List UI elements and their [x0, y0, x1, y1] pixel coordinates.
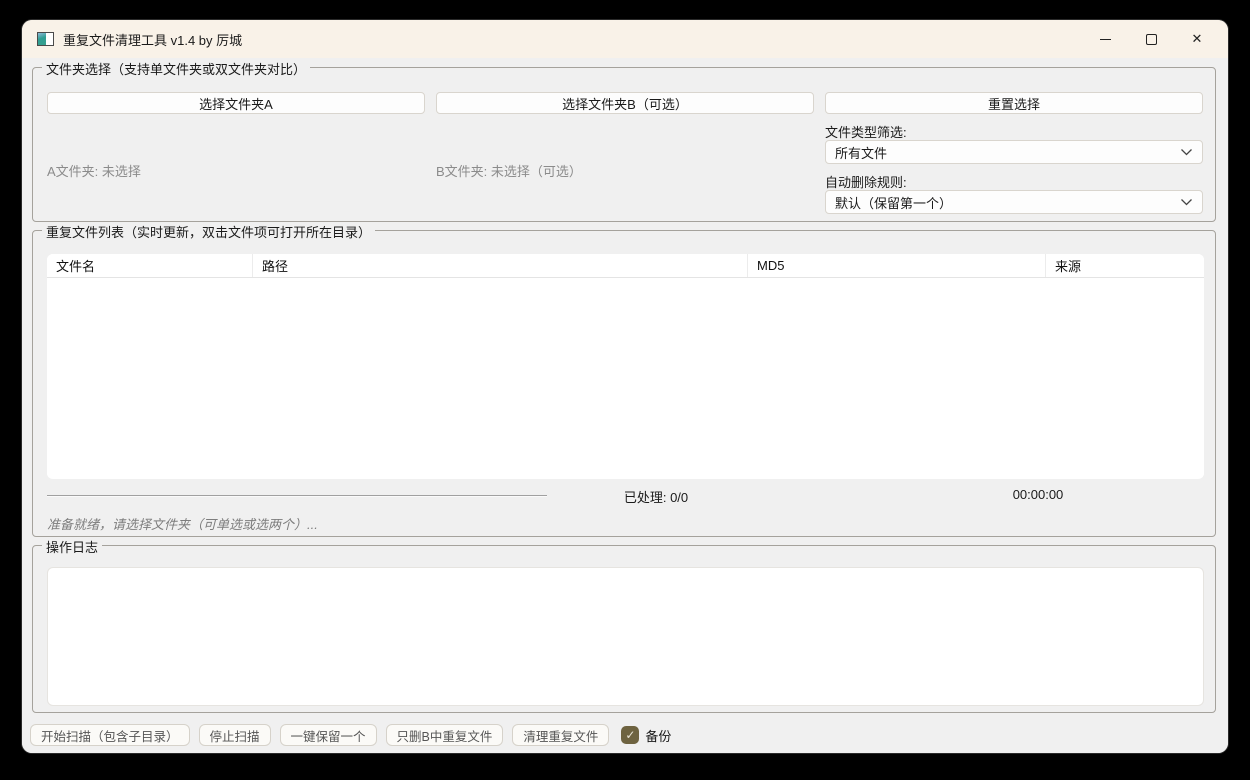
- select-folder-a-button[interactable]: 选择文件夹A: [47, 92, 425, 114]
- column-header-source[interactable]: 来源: [1046, 254, 1204, 277]
- chevron-down-icon: [1180, 198, 1193, 206]
- checkmark-icon: ✓: [625, 729, 635, 741]
- folder-a-status: A文件夹: 未选择: [47, 161, 141, 180]
- reset-selection-button[interactable]: 重置选择: [825, 92, 1203, 114]
- desktop-background: 重复文件清理工具 v1.4 by 厉城 ✕ 文件夹选择（支持单文件夹或双文件夹对…: [0, 0, 1250, 780]
- duplicate-list-group: 重复文件列表（实时更新，双击文件项可打开所在目录） 文件名 路径 MD5 来源 …: [32, 230, 1216, 537]
- minimize-button[interactable]: [1082, 20, 1128, 58]
- log-textarea[interactable]: [47, 567, 1204, 706]
- maximize-button[interactable]: [1128, 20, 1174, 58]
- action-bar: 开始扫描（包含子目录） 停止扫描 一键保留一个 只删B中重复文件 清理重复文件 …: [30, 723, 671, 747]
- file-table-body[interactable]: [47, 278, 1204, 478]
- close-button[interactable]: ✕: [1174, 20, 1220, 58]
- operation-log-label: 操作日志: [42, 537, 102, 556]
- folder-b-status: B文件夹: 未选择（可选）: [436, 161, 582, 180]
- auto-delete-rule-select[interactable]: 默认（保留第一个）: [825, 190, 1203, 214]
- backup-checkbox-label: 备份: [645, 726, 671, 745]
- file-table-header[interactable]: 文件名 路径 MD5 来源: [47, 254, 1204, 278]
- clean-duplicates-button[interactable]: 清理重复文件: [512, 724, 609, 746]
- auto-delete-rule-label: 自动删除规则:: [825, 172, 907, 191]
- app-icon: [37, 32, 54, 46]
- keep-one-button[interactable]: 一键保留一个: [280, 724, 377, 746]
- maximize-icon: [1146, 34, 1157, 45]
- file-type-filter-select[interactable]: 所有文件: [825, 140, 1203, 164]
- close-icon: ✕: [1192, 31, 1203, 47]
- start-scan-button[interactable]: 开始扫描（包含子目录）: [30, 724, 190, 746]
- window-controls: ✕: [1082, 20, 1220, 58]
- operation-log-group: 操作日志: [32, 545, 1216, 713]
- status-message: 准备就绪，请选择文件夹（可单选或选两个）...: [47, 514, 318, 533]
- backup-checkbox[interactable]: ✓: [621, 726, 639, 744]
- window-body: 文件夹选择（支持单文件夹或双文件夹对比） 选择文件夹A 选择文件夹B（可选） 重…: [22, 58, 1228, 753]
- chevron-down-icon: [1180, 148, 1193, 156]
- stop-scan-button[interactable]: 停止扫描: [199, 724, 271, 746]
- file-type-filter-label: 文件类型筛选:: [825, 122, 907, 141]
- column-header-md5[interactable]: MD5: [748, 254, 1046, 277]
- folder-group-label: 文件夹选择（支持单文件夹或双文件夹对比）: [42, 59, 310, 78]
- progress-bar: [47, 495, 547, 497]
- processed-count: 已处理: 0/0: [591, 487, 721, 506]
- column-header-filename[interactable]: 文件名: [47, 254, 253, 277]
- window-title: 重复文件清理工具 v1.4 by 厉城: [63, 30, 242, 49]
- select-folder-b-button[interactable]: 选择文件夹B（可选）: [436, 92, 814, 114]
- file-table: 文件名 路径 MD5 来源: [47, 254, 1204, 479]
- column-header-path[interactable]: 路径: [253, 254, 748, 277]
- folder-selection-group: 文件夹选择（支持单文件夹或双文件夹对比） 选择文件夹A 选择文件夹B（可选） 重…: [32, 67, 1216, 222]
- elapsed-time: 00:00:00: [973, 487, 1103, 502]
- titlebar[interactable]: 重复文件清理工具 v1.4 by 厉城 ✕: [22, 20, 1228, 58]
- app-window: 重复文件清理工具 v1.4 by 厉城 ✕ 文件夹选择（支持单文件夹或双文件夹对…: [22, 20, 1228, 753]
- auto-delete-rule-value: 默认（保留第一个）: [835, 193, 952, 212]
- file-type-filter-value: 所有文件: [835, 143, 887, 162]
- backup-checkbox-wrap[interactable]: ✓ 备份: [621, 726, 671, 745]
- delete-b-duplicates-button[interactable]: 只删B中重复文件: [386, 724, 504, 746]
- duplicate-list-label: 重复文件列表（实时更新，双击文件项可打开所在目录）: [42, 222, 375, 241]
- minimize-icon: [1100, 39, 1111, 40]
